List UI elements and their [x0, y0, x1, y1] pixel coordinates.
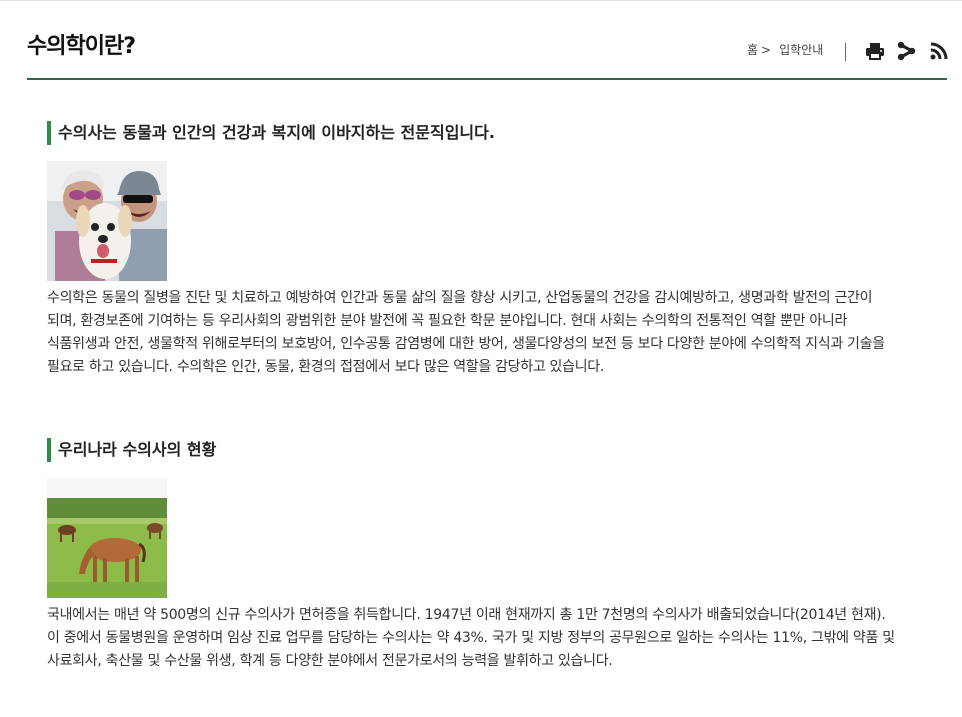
rss-button[interactable] — [928, 40, 950, 62]
print-icon — [866, 43, 884, 60]
breadcrumb-separator: > — [761, 42, 772, 57]
breadcrumb: 홈 > 입학안내 — [747, 41, 823, 58]
section-title: 수의사는 동물과 인간의 건강과 복지에 이바지하는 전문직입니다. — [47, 121, 907, 145]
toolbar-divider — [845, 43, 846, 61]
page-tools — [864, 40, 950, 62]
couple-with-dog-photo — [47, 161, 167, 281]
header-divider — [27, 78, 947, 80]
section-body: 국내에서는 매년 약 500명의 신규 수의사가 면허증을 취득합니다. 194… — [47, 607, 895, 669]
section-veterinarian-profession: 수의사는 동물과 인간의 건강과 복지에 이바지하는 전문직입니다. 수의학은 … — [47, 121, 907, 379]
page-title: 수의학이란? — [27, 34, 136, 59]
section-body: 수의학은 동물의 질병을 진단 및 치료하고 예방하여 인간과 동물 삶의 질을… — [47, 290, 885, 375]
breadcrumb-home-link[interactable]: 홈 — [747, 41, 758, 58]
rss-icon — [930, 42, 948, 60]
breadcrumb-current: 입학안내 — [779, 43, 824, 57]
print-button[interactable] — [864, 40, 886, 62]
section-veterinarian-status: 우리나라 수의사의 현황 국내에서는 매년 약 500명의 신규 수의사가 면허… — [47, 438, 907, 673]
share-button[interactable] — [896, 40, 918, 62]
horses-in-pasture-photo — [47, 478, 167, 598]
top-border — [0, 0, 962, 1]
section-title: 우리나라 수의사의 현황 — [47, 438, 907, 462]
share-icon — [897, 41, 916, 61]
